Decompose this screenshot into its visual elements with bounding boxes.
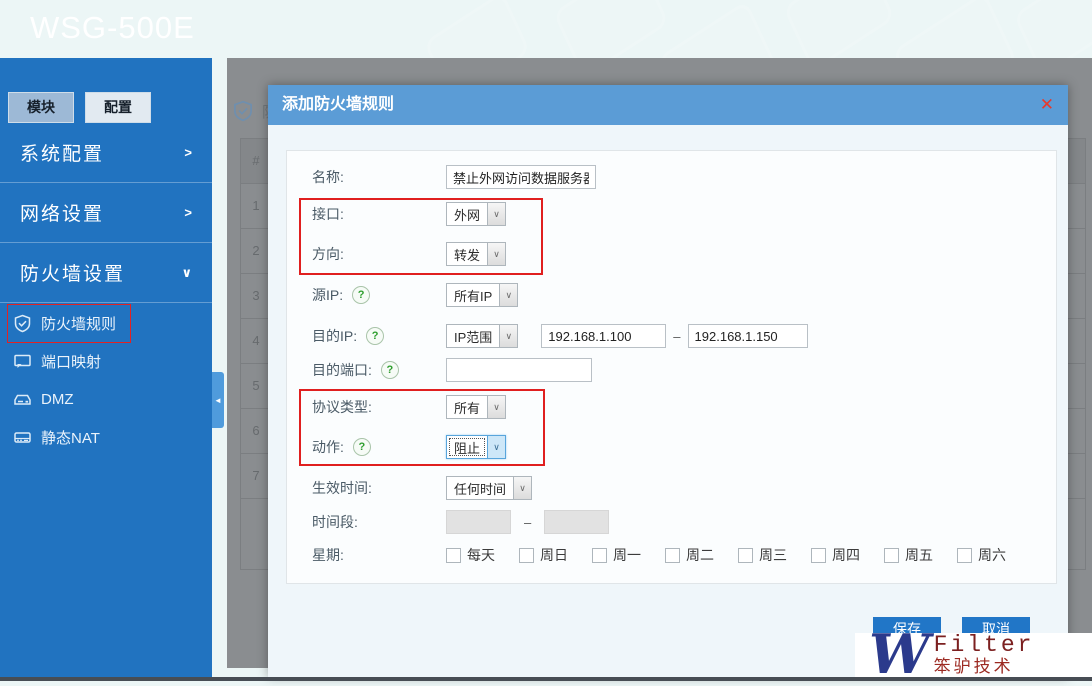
checkbox-sunday[interactable] bbox=[519, 547, 534, 563]
week-option: 周三 bbox=[738, 545, 787, 565]
shield-check-icon bbox=[14, 314, 31, 332]
shield-check-icon bbox=[234, 100, 252, 122]
sidebar-item-port-mapping[interactable]: 端口映射 bbox=[0, 342, 212, 380]
form-row-name: 名称: bbox=[312, 164, 1046, 190]
chevron-down-icon: ∨ bbox=[487, 436, 506, 458]
ip-range-start-input[interactable] bbox=[541, 324, 667, 348]
sidebar-item-static-nat[interactable]: 静态NAT bbox=[0, 418, 212, 456]
week-option: 每天 bbox=[446, 545, 495, 565]
firewall-submenu: 防火墙规则 端口映射 DMZ 静态NAT bbox=[0, 304, 212, 456]
help-icon[interactable]: ? bbox=[352, 286, 371, 304]
chevron-down-icon: ∨ bbox=[499, 284, 518, 306]
week-option: 周六 bbox=[957, 545, 1006, 565]
checkbox-friday[interactable] bbox=[884, 547, 899, 563]
period-start-input bbox=[446, 510, 511, 534]
direction-select[interactable]: 转发 ∨ bbox=[446, 242, 507, 266]
help-icon[interactable]: ? bbox=[380, 361, 399, 379]
action-select[interactable]: 阻止 ∨ bbox=[446, 435, 507, 459]
protocol-select[interactable]: 所有 ∨ bbox=[446, 395, 507, 419]
form-row-interface: 接口: 外网 ∨ bbox=[312, 201, 1046, 227]
wfilter-logo: W bbox=[869, 622, 930, 686]
form-row-protocol: 协议类型: 所有 ∨ bbox=[312, 394, 1046, 420]
nat-device-icon bbox=[14, 431, 31, 443]
collapse-left-icon: ◄ bbox=[214, 395, 222, 405]
tab-modules[interactable]: 模块 bbox=[8, 92, 74, 123]
monitor-icon bbox=[14, 354, 31, 368]
dialog-form: 名称: 接口: 外网 ∨ 方向: 转发 ∨ bbox=[286, 150, 1057, 584]
form-row-destination-ip: 目的IP: ? IP范围 ∨ – bbox=[312, 323, 1046, 349]
sidebar-tabs: 模块 配置 bbox=[8, 92, 151, 123]
period-end-input bbox=[544, 510, 610, 534]
form-row-direction: 方向: 转发 ∨ bbox=[312, 241, 1046, 267]
chevron-down-icon: ∨ bbox=[181, 264, 192, 280]
destination-ip-type-select[interactable]: IP范围 ∨ bbox=[446, 324, 519, 348]
tab-configuration[interactable]: 配置 bbox=[85, 92, 151, 123]
form-row-week: 星期: 每天 周日 周一 周二 周三 周四 周五 周六 bbox=[312, 545, 1006, 565]
close-icon[interactable]: ✕ bbox=[1040, 85, 1054, 125]
chevron-down-icon: ∨ bbox=[513, 477, 532, 499]
chevron-down-icon: ∨ bbox=[487, 396, 506, 418]
app-header: WSG-500E bbox=[0, 0, 1092, 58]
menu-system-config[interactable]: 系统配置 > bbox=[0, 123, 212, 183]
dialog-title: 添加防火墙规则 bbox=[282, 96, 395, 113]
interface-select[interactable]: 外网 ∨ bbox=[446, 202, 507, 226]
sidebar-item-firewall-rules[interactable]: 防火墙规则 bbox=[0, 304, 212, 343]
sidebar-item-dmz[interactable]: DMZ bbox=[0, 380, 212, 418]
week-option: 周五 bbox=[884, 545, 933, 565]
sidebar-menu: 系统配置 > 网络设置 > 防火墙设置 ∨ bbox=[0, 123, 212, 303]
sidebar-collapse-handle[interactable]: ◄ bbox=[212, 372, 224, 428]
ip-range-end-input[interactable] bbox=[687, 324, 808, 348]
watermark-company: 笨驴技术 bbox=[933, 657, 1014, 677]
chevron-down-icon: ∨ bbox=[487, 203, 506, 225]
dmz-host-icon bbox=[14, 394, 31, 405]
page-bottom-border bbox=[0, 677, 1092, 681]
range-separator: – bbox=[673, 328, 681, 344]
help-icon[interactable]: ? bbox=[352, 438, 371, 456]
menu-firewall-settings[interactable]: 防火墙设置 ∨ bbox=[0, 243, 212, 303]
chevron-down-icon: ∨ bbox=[499, 325, 518, 347]
checkbox-wednesday[interactable] bbox=[738, 547, 753, 563]
week-option: 周二 bbox=[665, 545, 714, 565]
dialog-header: 添加防火墙规则 ✕ bbox=[268, 85, 1068, 125]
help-icon[interactable]: ? bbox=[366, 327, 385, 345]
watermark-brand: Filter bbox=[933, 632, 1035, 658]
sidebar: 模块 配置 系统配置 > 网络设置 > 防火墙设置 ∨ 防火墙规则 端口映射 D… bbox=[0, 58, 212, 677]
rule-name-input[interactable] bbox=[446, 165, 596, 189]
checkbox-tuesday[interactable] bbox=[665, 547, 680, 563]
form-row-time-period: 时间段: – bbox=[312, 509, 1046, 535]
chevron-down-icon: ∨ bbox=[487, 243, 506, 265]
form-row-effective-time: 生效时间: 任何时间 ∨ bbox=[312, 475, 1046, 501]
chevron-right-icon: > bbox=[184, 205, 192, 220]
source-ip-select[interactable]: 所有IP ∨ bbox=[446, 283, 519, 307]
week-option: 周一 bbox=[592, 545, 641, 565]
form-row-source-ip: 源IP: ? 所有IP ∨ bbox=[312, 282, 1046, 308]
form-row-destination-port: 目的端口: ? bbox=[312, 357, 1046, 383]
add-firewall-rule-dialog: 添加防火墙规则 ✕ 名称: 接口: 外网 ∨ 方向: bbox=[268, 85, 1068, 677]
form-row-action: 动作: ? 阻止 ∨ bbox=[312, 434, 1046, 460]
device-model-title: WSG-500E bbox=[30, 10, 195, 45]
checkbox-every-day[interactable] bbox=[446, 547, 461, 563]
wfilter-watermark: W Filter 笨驴技术 bbox=[855, 622, 1092, 686]
effective-time-select[interactable]: 任何时间 ∨ bbox=[446, 476, 533, 500]
menu-network-settings[interactable]: 网络设置 > bbox=[0, 183, 212, 243]
range-separator: – bbox=[524, 514, 532, 530]
checkbox-thursday[interactable] bbox=[811, 547, 826, 563]
chevron-right-icon: > bbox=[184, 145, 192, 160]
week-option: 周四 bbox=[811, 545, 860, 565]
week-option: 周日 bbox=[519, 545, 568, 565]
checkbox-saturday[interactable] bbox=[957, 547, 972, 563]
destination-port-input[interactable] bbox=[446, 358, 592, 382]
checkbox-monday[interactable] bbox=[592, 547, 607, 563]
